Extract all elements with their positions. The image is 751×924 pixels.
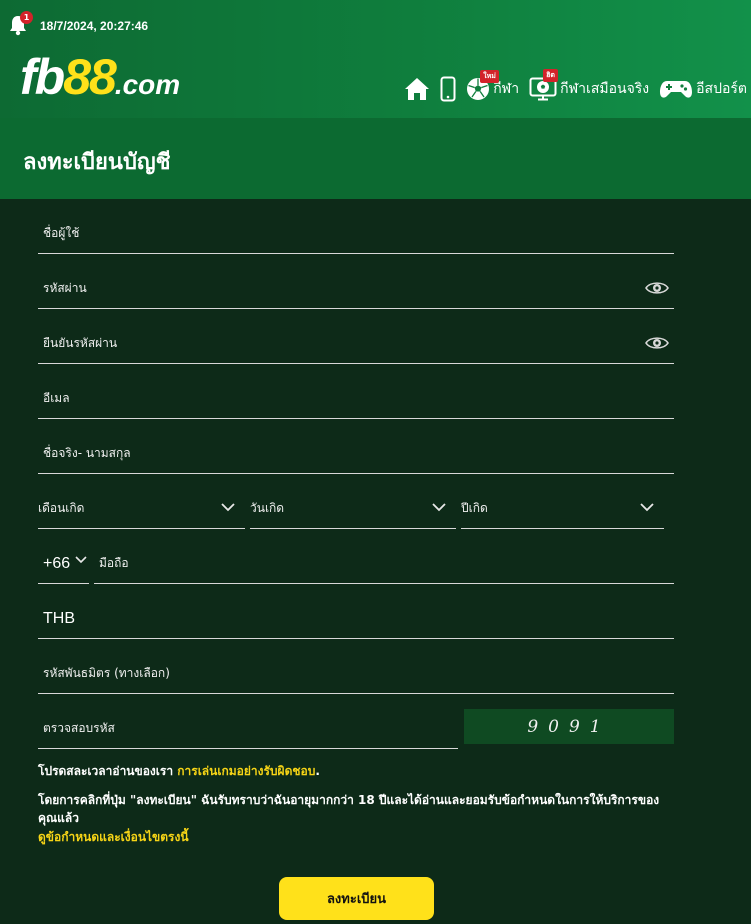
- nav-virtual-sports-label: กีฬาเสมือนจริง: [560, 81, 650, 97]
- register-button[interactable]: ลงทะเบียน: [279, 877, 434, 920]
- currency-field[interactable]: THB: [38, 598, 674, 639]
- mobile-icon: [440, 76, 456, 102]
- username-placeholder: ชื่อผู้ใช้: [43, 226, 80, 240]
- responsible-gaming-note: โปรดสละเวลาอ่านของเรา การเล่นเกมอย่างรับ…: [38, 762, 320, 781]
- username-field[interactable]: ชื่อผู้ใช้: [38, 213, 674, 254]
- referral-code-placeholder: รหัสพันธมิตร (ทางเลือก): [43, 666, 170, 680]
- top-header: 1 18/7/2024, 20:27:46 fb88.com ใหม่ กีฬา…: [0, 0, 751, 118]
- responsible-gaming-suffix: .: [315, 764, 320, 778]
- responsible-gaming-link[interactable]: การเล่นเกมอย่างรับผิดชอบ: [177, 764, 315, 778]
- country-code-value: +66: [43, 555, 71, 572]
- logo-fb: fb: [20, 49, 65, 105]
- country-code-select[interactable]: +66: [38, 543, 89, 584]
- agreement-text: โดยการคลิกที่ปุ่ม "ลงทะเบียน" ฉันรับทราบ…: [38, 793, 660, 825]
- new-tag: ใหม่: [480, 70, 499, 83]
- main-nav: ใหม่ กีฬา ฮิต กีฬาเสมือนจริง อีสปอร์ต: [394, 69, 747, 106]
- birth-month-placeholder: เดือนเกิด: [38, 501, 85, 515]
- gamepad-icon: [659, 77, 693, 101]
- email-field[interactable]: อีเมล: [38, 378, 674, 419]
- captcha-input[interactable]: ตรวจสอบรหัส: [38, 708, 458, 749]
- confirm-password-placeholder: ยืนยันรหัสผ่าน: [43, 336, 118, 350]
- nav-home[interactable]: [404, 76, 430, 102]
- nav-esports-label: อีสปอร์ต: [696, 81, 747, 97]
- terms-and-conditions-link[interactable]: ดูข้อกำหนดและเงื่อนไขตรงนี้: [38, 828, 189, 847]
- confirm-password-field[interactable]: ยืนยันรหัสผ่าน: [38, 323, 674, 364]
- captcha-image[interactable]: 9091: [464, 709, 674, 744]
- show-password-eye-icon[interactable]: [645, 280, 669, 300]
- fullname-placeholder: ชื่อจริง- นามสกุล: [43, 446, 131, 460]
- page-title: ลงทะเบียนบัญชี: [23, 150, 171, 175]
- fullname-field[interactable]: ชื่อจริง- นามสกุล: [38, 433, 674, 474]
- notification-badge: 1: [20, 11, 33, 24]
- logo-88: 88: [63, 49, 117, 105]
- title-band: ลงทะเบียนบัญชี: [0, 118, 751, 199]
- captcha-placeholder: ตรวจสอบรหัส: [43, 721, 115, 735]
- phone-placeholder: มือถือ: [99, 556, 129, 570]
- logo[interactable]: fb88.com: [20, 52, 180, 102]
- show-confirm-password-eye-icon[interactable]: [645, 335, 669, 355]
- birth-year-select[interactable]: ปีเกิด: [461, 488, 664, 529]
- birth-month-select[interactable]: เดือนเกิด: [38, 488, 245, 529]
- phone-input[interactable]: มือถือ: [94, 543, 674, 584]
- home-icon: [404, 76, 430, 102]
- nav-sports[interactable]: ใหม่ กีฬา: [466, 70, 519, 101]
- chevron-down-icon: [432, 497, 446, 516]
- datetime: 18/7/2024, 20:27:46: [40, 19, 149, 33]
- email-placeholder: อีเมล: [43, 391, 70, 405]
- chevron-down-icon: [640, 497, 654, 516]
- nav-mobile[interactable]: [440, 76, 456, 102]
- birth-day-placeholder: วันเกิด: [250, 501, 285, 515]
- password-field[interactable]: รหัสผ่าน: [38, 268, 674, 309]
- birth-day-select[interactable]: วันเกิด: [250, 488, 456, 529]
- currency-value: THB: [43, 610, 75, 627]
- nav-virtual-sports[interactable]: ฮิต กีฬาเสมือนจริง: [529, 69, 650, 102]
- hot-tag: ฮิต: [543, 69, 558, 82]
- password-placeholder: รหัสผ่าน: [43, 281, 87, 295]
- nav-esports[interactable]: อีสปอร์ต: [659, 77, 747, 101]
- logo-dotcom: .com: [114, 69, 181, 100]
- birth-year-placeholder: ปีเกิด: [461, 501, 488, 515]
- chevron-down-icon: [221, 497, 235, 516]
- referral-code-field[interactable]: รหัสพันธมิตร (ทางเลือก): [38, 653, 674, 694]
- chevron-down-icon: [75, 549, 87, 568]
- responsible-gaming-prefix: โปรดสละเวลาอ่านของเรา: [38, 764, 178, 778]
